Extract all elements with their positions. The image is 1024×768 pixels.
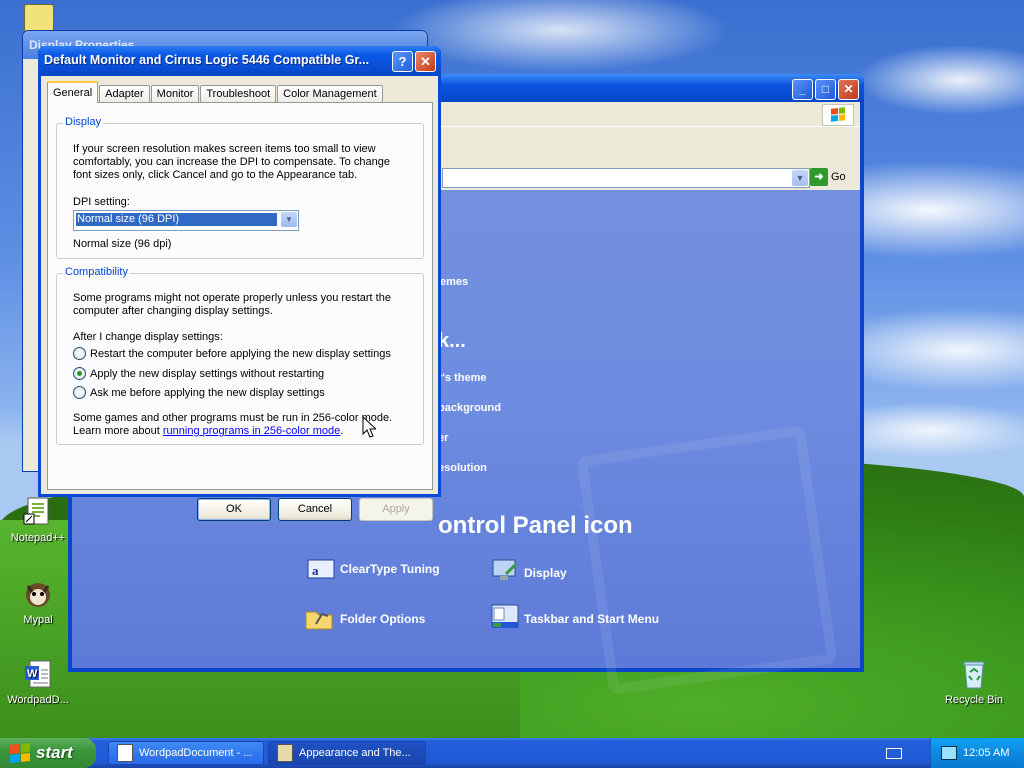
monitor-properties-dialog: Default Monitor and Cirrus Logic 5446 Co… [38, 46, 441, 521]
mypal-icon [22, 578, 54, 610]
task-link-themes[interactable]: emes [440, 276, 468, 288]
taskbar-item-label: Appearance and The... [299, 747, 411, 759]
go-label: Go [831, 171, 846, 183]
desktop-icon-wordpad-doc[interactable]: W WordpadD... [0, 658, 78, 706]
desktop-icon-label: WordpadD... [7, 694, 69, 706]
tab-adapter[interactable]: Adapter [99, 85, 150, 103]
taskbar-start-menu-icon[interactable] [490, 602, 520, 632]
radio-label: Ask me before applying the new display s… [90, 386, 325, 399]
recycle-bin-icon [958, 658, 990, 690]
learn-more-suffix: . [340, 425, 344, 437]
radio-button[interactable] [73, 347, 86, 360]
chevron-down-icon[interactable]: ▼ [792, 170, 808, 186]
dpi-note: Normal size (96 dpi) [73, 238, 172, 250]
desktop-icon-label: Recycle Bin [944, 694, 1004, 706]
go-arrow-icon: ➜ [810, 168, 828, 186]
compatibility-group-legend: Compatibility [63, 266, 130, 278]
taskbar-item-wordpad[interactable]: WordpadDocument - ... [108, 741, 264, 765]
task-link-background[interactable]: background [438, 402, 501, 414]
tab-color-management[interactable]: Color Management [277, 85, 383, 103]
cancel-button[interactable]: Cancel [278, 498, 352, 521]
dpi-setting-label: DPI setting: [73, 196, 130, 208]
mouse-cursor-icon [362, 415, 378, 441]
radio-restart[interactable]: Restart the computer before applying the… [73, 347, 391, 360]
keyboard-icon[interactable] [886, 748, 902, 759]
games-note: Some games and other programs must be ru… [73, 412, 393, 424]
after-change-label: After I change display settings: [73, 331, 223, 343]
minimize-button[interactable]: _ [792, 79, 813, 100]
desktop-icon-label: Mypal [23, 614, 53, 626]
desktop-icon-label: Notepad++ [10, 532, 66, 544]
dpi-setting-value: Normal size (96 DPI) [75, 212, 278, 227]
document-icon [117, 744, 133, 762]
learn-more-link[interactable]: running programs in 256-color mode [163, 425, 340, 437]
display-group-legend: Display [63, 116, 104, 128]
desktop-icon-partial[interactable] [24, 4, 54, 32]
windows-logo-icon [822, 104, 854, 126]
compat-description-line1: Some programs might not operate properly… [73, 292, 391, 304]
section-heading: ontrol Panel icon [438, 512, 633, 539]
taskbar-item-appearance[interactable]: Appearance and The... [268, 741, 426, 765]
desktop-icon-recycle-bin[interactable]: Recycle Bin [934, 658, 1014, 706]
go-button[interactable]: ➜ Go [810, 168, 846, 186]
close-button[interactable]: ✕ [838, 79, 859, 100]
maximize-button[interactable]: □ [815, 79, 836, 100]
task-link-resolution[interactable]: esolution [438, 462, 487, 474]
display-label[interactable]: Display [524, 566, 567, 580]
start-button[interactable]: start [0, 738, 96, 768]
folder-options-label[interactable]: Folder Options [340, 612, 425, 626]
radio-ask-me[interactable]: Ask me before applying the new display s… [73, 386, 325, 399]
start-label: start [36, 743, 73, 762]
clock[interactable]: 12:05 AM [963, 747, 1009, 759]
radio-button-selected[interactable] [73, 367, 86, 380]
section-heading-partial: k... [438, 330, 466, 352]
address-input[interactable]: ▼ [442, 168, 810, 188]
radio-button[interactable] [73, 386, 86, 399]
taskbar-item-label: WordpadDocument - ... [139, 747, 253, 759]
dialog-titlebar[interactable]: Default Monitor and Cirrus Logic 5446 Co… [38, 46, 441, 76]
tab-troubleshoot[interactable]: Troubleshoot [200, 85, 277, 103]
learn-more-line: Learn more about running programs in 256… [73, 425, 343, 438]
control-panel-icon [277, 744, 293, 762]
display-description-line2: comfortably, you can increase the DPI to… [73, 156, 390, 168]
tab-strip: General Adapter Monitor Troubleshoot Col… [47, 81, 384, 103]
display-description-line3: font sizes only, click Cancel and go to … [73, 169, 358, 181]
desktop-icon-notepadpp[interactable]: Notepad++ [0, 496, 78, 544]
watermark-icon [576, 425, 838, 695]
display-description-line1: If your screen resolution makes screen i… [73, 143, 376, 155]
dialog-title: Default Monitor and Cirrus Logic 5446 Co… [44, 53, 370, 67]
radio-label: Apply the new display settings without r… [90, 367, 325, 380]
folder-options-icon[interactable] [304, 602, 334, 632]
task-link-theme[interactable]: r's theme [438, 372, 486, 384]
apply-button[interactable]: Apply [359, 498, 433, 521]
radio-apply-without-restart[interactable]: Apply the new display settings without r… [73, 367, 324, 380]
notepadpp-icon [22, 496, 54, 528]
close-button[interactable]: ✕ [415, 51, 436, 72]
learn-more-prefix: Learn more about [73, 425, 163, 437]
word-document-icon: W [22, 658, 54, 690]
chevron-down-icon[interactable]: ▼ [281, 212, 297, 227]
cleartype-icon[interactable]: a [306, 554, 336, 584]
svg-text:a: a [312, 563, 319, 578]
help-button[interactable]: ? [392, 51, 413, 72]
desktop-icon-mypal[interactable]: Mypal [0, 578, 78, 626]
cleartype-label[interactable]: ClearType Tuning [340, 562, 440, 576]
tab-monitor[interactable]: Monitor [150, 85, 200, 103]
taskbar: start WordpadDocument - ... Appearance a… [0, 738, 1024, 768]
compat-description-line2: computer after changing display settings… [73, 305, 273, 317]
windows-flag-icon [10, 742, 30, 764]
tab-general[interactable]: General [47, 81, 99, 103]
radio-label: Restart the computer before applying the… [90, 347, 391, 360]
svg-text:W: W [27, 668, 38, 680]
ok-button[interactable]: OK [197, 498, 271, 521]
network-icon[interactable] [941, 746, 957, 760]
dialog-body: General Adapter Monitor Troubleshoot Col… [41, 76, 438, 521]
system-tray: 12:05 AM [930, 738, 1024, 768]
display-icon[interactable] [490, 556, 520, 586]
taskbar-start-menu-label[interactable]: Taskbar and Start Menu [524, 612, 659, 626]
dpi-setting-select[interactable]: Normal size (96 DPI) ▼ [73, 210, 299, 231]
